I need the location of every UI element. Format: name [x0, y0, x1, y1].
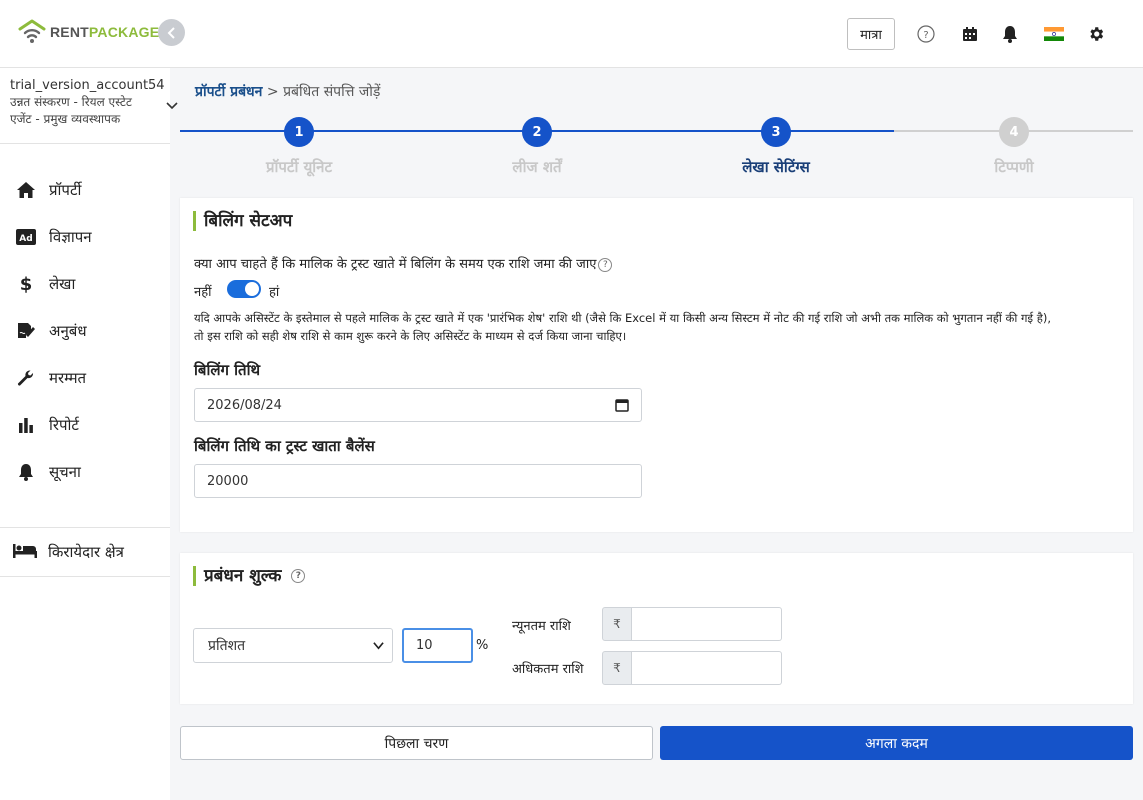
fee-percent-input[interactable]: 10 [402, 628, 473, 663]
billing-question: क्या आप चाहते हैं कि मालिक के ट्रस्ट खात… [194, 254, 613, 272]
logo[interactable]: RENTPACKAGE [18, 18, 159, 46]
trust-balance-input[interactable]: 20000 [194, 464, 642, 498]
trust-balance-label: बिलिंग तिथि का ट्रस्ट खाता बैलेंस [194, 437, 375, 455]
settings-gear-icon[interactable] [1086, 24, 1106, 44]
india-flag-icon[interactable] [1044, 24, 1064, 44]
language-button[interactable]: मात्रा [847, 18, 895, 50]
step-4-circle[interactable]: 4 [999, 117, 1029, 147]
percent-sign: % [476, 638, 489, 653]
ad-icon: Ad [16, 227, 36, 247]
notification-bell-icon[interactable] [1000, 24, 1020, 44]
calendar-picker-icon[interactable] [615, 398, 629, 416]
sidebar-item-label: प्रॉपर्टी [49, 180, 82, 199]
min-amount-currency-addon: ₹ [602, 607, 632, 641]
sidebar-item-label: रिपोर्ट [49, 415, 79, 434]
contract-icon [16, 321, 36, 341]
next-step-button[interactable]: अगला कदम [660, 726, 1133, 760]
max-amount-currency-addon: ₹ [602, 651, 632, 685]
step-1-circle[interactable]: 1 [284, 117, 314, 147]
step-2-circle[interactable]: 2 [522, 117, 552, 147]
sidebar-item-ads[interactable]: Ad विज्ञापन [0, 213, 170, 260]
sidebar-item-notices[interactable]: सूचना [0, 448, 170, 495]
fee-percent-value: 10 [416, 638, 433, 653]
bell-icon [16, 462, 36, 482]
breadcrumb: प्रॉपर्टी प्रबंधन > प्रबंधित संपत्ति जोड… [195, 82, 380, 101]
sidebar-item-label: विज्ञापन [49, 227, 92, 246]
svg-text:$: $ [20, 274, 33, 294]
bed-icon [13, 542, 37, 562]
billing-setup-card: बिलिंग सेटअप क्या आप चाहते हैं कि मालिक … [180, 198, 1133, 532]
fee-type-select[interactable]: प्रतिशत [193, 628, 393, 663]
logo-text-rent: RENT [50, 24, 89, 40]
sidebar-item-label: लेखा [49, 274, 76, 293]
calendar-icon[interactable] [960, 24, 980, 44]
chevron-left-icon [167, 26, 175, 39]
fee-type-selected: प्रतिशत [208, 638, 246, 654]
toggle-yes-label: हां [269, 285, 280, 300]
chevron-down-icon [373, 639, 384, 655]
opening-balance-note-line-1: यदि आपके असिस्टेंट के इस्तेमाल से पहले म… [194, 311, 1051, 325]
tenant-area-label: किरायेदार क्षेत्र [48, 543, 124, 561]
toggle-no-label: नहीं [194, 285, 212, 300]
chevron-down-icon[interactable] [166, 98, 178, 114]
svg-text:?: ? [923, 30, 928, 41]
previous-step-button[interactable]: पिछला चरण [180, 726, 653, 760]
sidebar-item-label: अनुबंध [49, 321, 87, 340]
sidebar-item-property[interactable]: प्रॉपर्टी [0, 166, 170, 213]
sidebar-item-label: सूचना [49, 462, 81, 481]
management-fee-card: प्रबंधन शुल्क ? प्रतिशत 10 % न्यूनतम राश… [180, 553, 1133, 704]
breadcrumb-link-property-management[interactable]: प्रॉपर्टी प्रबंधन [195, 84, 262, 100]
opening-balance-note-line-2: तो इस राशि को सही शेष राशि से काम शुरू क… [194, 329, 627, 343]
deposit-toggle-switch[interactable] [227, 280, 261, 298]
account-name: trial_version_account54 [10, 78, 165, 93]
question-help-icon[interactable]: ? [598, 257, 613, 272]
account-switcher[interactable]: trial_version_account54 उन्नत संस्करण - … [0, 68, 178, 144]
max-amount-label: अधिकतम राशि [512, 662, 584, 677]
home-icon [16, 180, 36, 200]
wizard-stepper: 1 2 3 4 प्रॉपर्टी यूनिट लीज शर्तें लेखा … [180, 117, 1133, 177]
billing-setup-title: बिलिंग सेटअप [193, 211, 292, 231]
billing-date-value: 2026/08/24 [207, 397, 282, 413]
breadcrumb-current: प्रबंधित संपत्ति जोड़ें [283, 84, 381, 100]
help-icon[interactable]: ? [916, 24, 936, 44]
sidebar-collapse-button[interactable] [158, 19, 185, 46]
management-fee-title: प्रबंधन शुल्क ? [193, 566, 306, 586]
account-role: उन्नत संस्करण - रियल एस्टेट एजेंट - प्रम… [10, 95, 132, 126]
sidebar-item-reports[interactable]: रिपोर्ट [0, 401, 170, 448]
sidebar-item-repairs[interactable]: मरम्मत [0, 354, 170, 401]
max-amount-input[interactable] [632, 651, 782, 685]
trust-balance-value: 20000 [207, 473, 249, 489]
step-4-label: टिप्पणी [994, 158, 1034, 176]
bar-chart-icon [16, 415, 36, 435]
step-2-label: लीज शर्तें [512, 158, 562, 176]
step-3-label: लेखा सेटिंग्स [742, 158, 810, 176]
breadcrumb-separator: > [266, 84, 279, 100]
dollar-icon: $ [16, 274, 36, 294]
svg-text:Ad: Ad [19, 234, 32, 244]
toggle-knob [245, 282, 259, 296]
billing-question-text: क्या आप चाहते हैं कि मालिक के ट्रस्ट खात… [194, 257, 597, 272]
billing-date-input[interactable]: 2026/08/24 [194, 388, 642, 422]
top-bar: RENTPACKAGE मात्रा ? [0, 0, 1143, 68]
sidebar-item-label: मरम्मत [49, 368, 87, 387]
logo-wifi-house-icon [18, 18, 46, 46]
sidebar-item-tenant-area[interactable]: किरायेदार क्षेत्र [0, 527, 170, 577]
management-fee-title-text: प्रबंधन शुल्क [204, 566, 282, 586]
sidebar-item-accounting[interactable]: $ लेखा [0, 260, 170, 307]
step-3-circle[interactable]: 3 [761, 117, 791, 147]
wrench-icon [16, 368, 36, 388]
min-amount-label: न्यूनतम राशि [512, 619, 571, 634]
sidebar-item-contracts[interactable]: अनुबंध [0, 307, 170, 354]
sidebar-nav: प्रॉपर्टी Ad विज्ञापन $ लेखा अनुबंध मरम्… [0, 166, 170, 495]
logo-text-package: PACKAGE [88, 24, 160, 40]
logo-text: RENTPACKAGE [50, 24, 159, 40]
sidebar: trial_version_account54 उन्नत संस्करण - … [0, 68, 178, 800]
fee-help-icon[interactable]: ? [291, 569, 306, 583]
billing-date-label: बिलिंग तिथि [194, 361, 261, 379]
step-1-label: प्रॉपर्टी यूनिट [265, 158, 333, 176]
min-amount-input[interactable] [632, 607, 782, 641]
